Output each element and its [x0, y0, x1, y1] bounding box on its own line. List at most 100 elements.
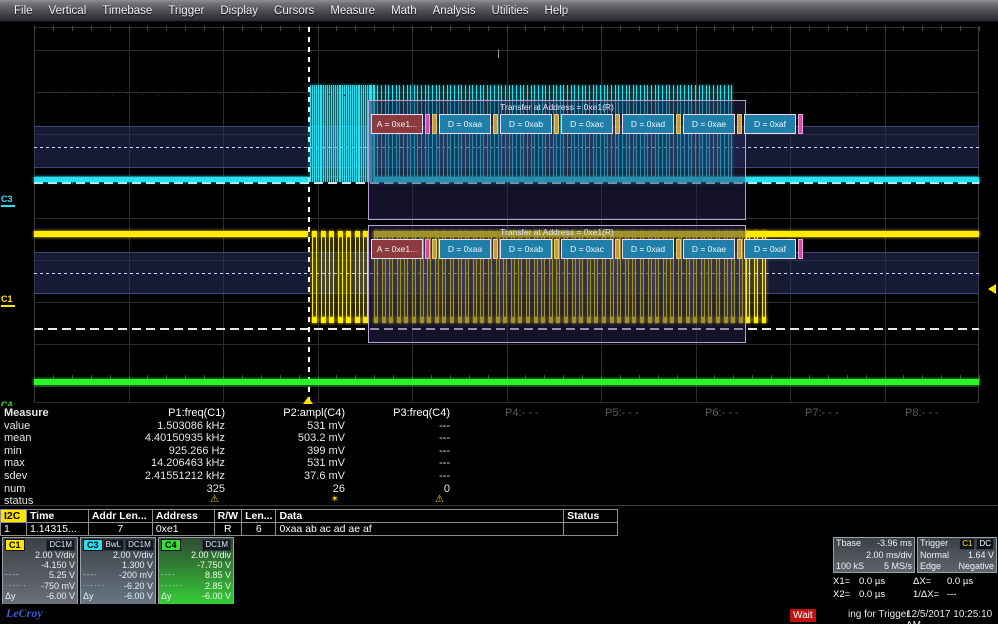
menu-item-cursors[interactable]: Cursors — [266, 3, 322, 19]
coupling-badge[interactable]: DC1M — [125, 538, 154, 551]
decode-frame-dat[interactable]: D = 0xad — [622, 114, 674, 134]
decode-frame-sep[interactable] — [737, 114, 742, 134]
decode-frame-stop[interactable] — [425, 114, 430, 134]
noise-speck — [112, 95, 113, 96]
i2c-column-header[interactable]: Addr Len... — [87, 509, 153, 523]
i2c-decode-overlay-c1[interactable]: Transfer at Address = 0xe1(R) A = 0xe1..… — [368, 225, 803, 343]
channel-descriptor-c4[interactable]: C4 DC1M 2.00 V/div -7.750 V ---- 8.85 V ······… — [158, 537, 234, 609]
measure-column-header-empty[interactable]: P6:- - - — [705, 407, 739, 419]
channel-descriptor-c3[interactable]: C3 BwL DC1M 2.00 V/div 1.300 V ---- -200 mV ···… — [80, 537, 156, 609]
i2c-table-key[interactable]: I2C — [0, 509, 27, 523]
channel-offset-handle[interactable] — [1, 305, 15, 307]
noise-speck — [251, 95, 252, 96]
menu-item-trigger[interactable]: Trigger — [160, 3, 212, 19]
gridline-horizontal — [34, 402, 979, 403]
measure-column-header[interactable]: P2:ampl(C4) — [283, 407, 345, 419]
decode-frame-sep[interactable] — [432, 114, 437, 134]
decode-frame-stop[interactable] — [425, 239, 430, 259]
trigger-position-line[interactable] — [308, 27, 310, 403]
grid-tick — [809, 26, 810, 31]
waveform-trace-c4 — [34, 379, 979, 385]
i2c-column-header[interactable]: Time — [25, 509, 89, 523]
menu-item-analysis[interactable]: Analysis — [425, 3, 484, 19]
trigger-time-marker-icon[interactable] — [303, 397, 313, 404]
decode-frame-dat[interactable]: D = 0xaa — [439, 239, 491, 259]
decode-frame-stop[interactable] — [798, 114, 803, 134]
decode-frame-stop[interactable] — [798, 239, 803, 259]
channel-tag[interactable]: C3 — [83, 538, 103, 551]
timebase-descriptor[interactable]: Tbase -3.96 ms 2.00 ms/div 100 kS 5 MS/s — [833, 537, 915, 573]
menu-item-vertical[interactable]: Vertical — [41, 3, 95, 19]
cursor2-marker-icon: ······ — [83, 580, 105, 590]
waveform-display[interactable]: C3 C1 C4 Transfer at Address = 0xe1(R) A =… — [0, 22, 998, 413]
decode-frame-sep[interactable] — [554, 114, 559, 134]
grid-tick — [828, 26, 829, 31]
measure-table[interactable]: Measure P1:freq(C1) P2:ampl(C4) P3:freq(C4)… — [0, 406, 998, 507]
bandwidth-limit-badge[interactable]: BwL — [102, 538, 125, 551]
noise-speck — [949, 95, 950, 96]
gridline-vertical — [318, 27, 319, 403]
decode-frame-sep[interactable] — [737, 239, 742, 259]
coupling-badge[interactable]: DC1M — [46, 538, 75, 551]
channel-tag[interactable]: C4 — [161, 538, 181, 551]
grid-tick — [431, 26, 432, 31]
measure-status-icon: ⚠ — [210, 494, 219, 506]
coupling-badge[interactable]: DC1M — [202, 538, 231, 551]
i2c-decode-table[interactable]: I2C Time Addr Len... Address R/W Len... Data St… — [0, 509, 618, 536]
channel-descriptor-c1[interactable]: C1 DC1M 2.00 V/div -4.150 V ---- 5.25 V ······… — [2, 537, 78, 609]
i2c-column-header[interactable]: Address — [151, 509, 215, 523]
measure-column-header-empty[interactable]: P5:- - - — [605, 407, 639, 419]
i2c-column-header[interactable]: R/W — [213, 509, 243, 523]
menu-item-timebase[interactable]: Timebase — [94, 3, 160, 19]
table-row[interactable]: 1 1.14315... 7 0xe1 R 6 0xaa ab ac ad ae af — [0, 522, 618, 536]
measure-column-header-empty[interactable]: P8:- - - — [905, 407, 939, 419]
decode-frame-sep[interactable] — [676, 239, 681, 259]
grid-tick — [91, 26, 92, 31]
trigger-coupling-badge: DC — [976, 538, 994, 550]
measure-column-header[interactable]: P1:freq(C1) — [168, 407, 225, 419]
decode-frame-dat[interactable]: D = 0xad — [622, 239, 674, 259]
trigger-descriptor[interactable]: Trigger C1 DC Normal 1.64 V Edge Negativ… — [917, 537, 997, 573]
channel-marker-c3[interactable]: C3 — [1, 194, 15, 207]
measure-column-header-empty[interactable]: P7:- - - — [805, 407, 839, 419]
i2c-decode-overlay-c3[interactable]: Transfer at Address = 0xe1(R) A = 0xe1..… — [368, 100, 803, 220]
decode-frame-dat[interactable]: D = 0xab — [500, 239, 552, 259]
decode-frame-dat[interactable]: D = 0xaf — [744, 114, 796, 134]
menu-item-math[interactable]: Math — [383, 3, 425, 19]
i2c-column-header[interactable]: Data — [275, 509, 565, 523]
waveform-low-c1 — [762, 317, 766, 323]
decode-frame-dat[interactable]: D = 0xaa — [439, 114, 491, 134]
decode-frame-sep[interactable] — [615, 114, 620, 134]
channel-offset-handle[interactable] — [1, 205, 15, 207]
decode-frame-dat[interactable]: D = 0xac — [561, 114, 613, 134]
menu-item-display[interactable]: Display — [212, 3, 266, 19]
measure-column-header-empty[interactable]: P4:- - - — [505, 407, 539, 419]
i2c-column-header[interactable]: Status — [563, 509, 618, 523]
menu-item-measure[interactable]: Measure — [322, 3, 383, 19]
channel-tag[interactable]: C1 — [5, 538, 25, 551]
trigger-level-marker-icon[interactable] — [988, 284, 996, 294]
decode-frame-addr[interactable]: A = 0xe1... — [371, 114, 423, 134]
decode-frame-sep[interactable] — [676, 114, 681, 134]
menu-item-file[interactable]: File — [6, 3, 41, 19]
delta-value: -6.00 V — [201, 590, 231, 601]
decode-frame-sep[interactable] — [432, 239, 437, 259]
decode-frame-dat[interactable]: D = 0xaf — [744, 239, 796, 259]
i2c-column-header[interactable]: Len... — [241, 509, 277, 523]
decode-frame-dat[interactable]: D = 0xac — [561, 239, 613, 259]
decode-frame-dat[interactable]: D = 0xae — [683, 114, 735, 134]
menu-item-help[interactable]: Help — [537, 3, 577, 19]
measure-column-header[interactable]: P3:freq(C4) — [393, 407, 450, 419]
channel-marker-c1[interactable]: C1 — [1, 294, 15, 307]
decode-frame-dat[interactable]: D = 0xab — [500, 114, 552, 134]
decode-frame-sep[interactable] — [493, 239, 498, 259]
menu-item-utilities[interactable]: Utilities — [483, 3, 536, 19]
decode-frame-dat[interactable]: D = 0xae — [683, 239, 735, 259]
decode-frame-sep[interactable] — [554, 239, 559, 259]
decode-frame-sep[interactable] — [615, 239, 620, 259]
grid-tick — [336, 26, 337, 31]
waveform-pulse-c3 — [318, 85, 319, 182]
decode-frame-addr[interactable]: A = 0xe1... — [371, 239, 423, 259]
decode-frame-sep[interactable] — [493, 114, 498, 134]
descriptor-line: Δy -6.00 V — [161, 591, 231, 601]
